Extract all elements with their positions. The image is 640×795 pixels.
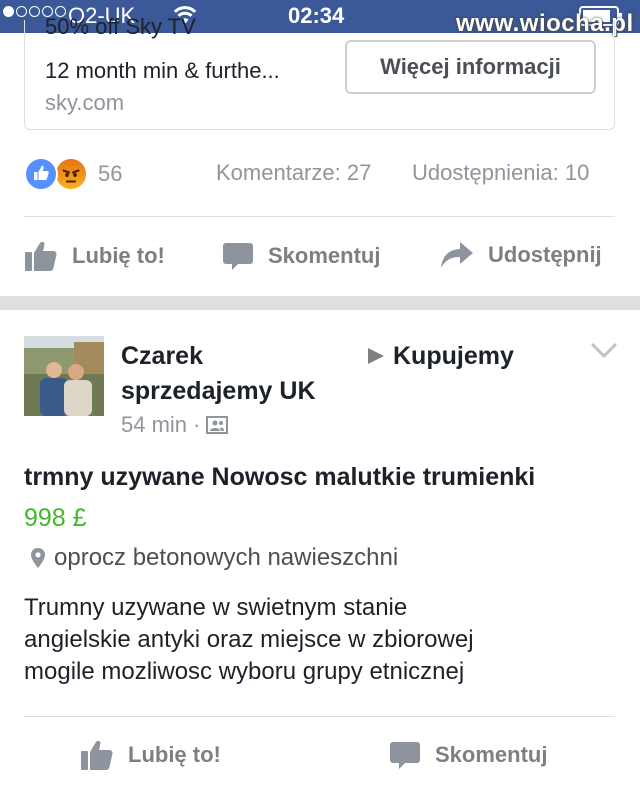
location-pin-icon (31, 548, 45, 568)
description-line: Trumny uzywane w swietnym stanie (24, 594, 408, 621)
group-name[interactable]: Kupujemy (393, 339, 514, 374)
listing-price: 998 £ (24, 504, 87, 532)
description-line: mogile mozliwosc wyboru grupy etnicznej (24, 658, 465, 685)
comment-button-label: Skomentuj (435, 742, 548, 767)
author-avatar[interactable] (24, 336, 104, 416)
listing-title: trmny uzywane Nowosc malutkie trumienki (24, 463, 536, 491)
like-button-label: Lubię to! (72, 243, 165, 268)
thumbs-up-icon (81, 740, 113, 770)
reaction-count: 56 (98, 161, 123, 186)
meta-separator: · (193, 412, 201, 437)
reactions-summary[interactable]: 56 (24, 157, 122, 191)
comment-icon (223, 243, 253, 270)
author-name-line: Czarek (121, 342, 203, 370)
share-arrow-icon (441, 242, 473, 268)
signal-dot (3, 6, 14, 17)
divider-line (24, 716, 615, 717)
post-time[interactable]: 54 min (121, 412, 187, 438)
share-button-label: Udostępnij (488, 242, 602, 267)
listing-location: oprocz betonowych nawieszchni (30, 544, 398, 572)
ad-title: 50% off Sky TV (45, 14, 196, 39)
like-reaction-icon (24, 157, 58, 191)
listing-description: Trumny uzywane w swietnym stanie angiels… (24, 592, 614, 688)
like-button-label: Lubię to! (128, 742, 221, 767)
signal-dot (29, 6, 40, 17)
more-info-button[interactable]: Więcej informacji (345, 40, 596, 94)
signal-dot (16, 6, 27, 17)
description-line: angielskie antyki oraz miejsce w zbiorow… (24, 626, 474, 653)
ad-description: 12 month min & furthe... (45, 58, 280, 83)
like-button[interactable]: Lubię to! (80, 739, 221, 771)
post-author[interactable]: Czarek sprzedajemy UK (121, 339, 316, 409)
location-text: oprocz betonowych nawieszchni (54, 544, 399, 571)
comments-count[interactable]: Komentarze: 27 (216, 160, 371, 186)
comment-button[interactable]: Skomentuj (389, 739, 547, 771)
share-button[interactable]: Udostępnij (440, 240, 602, 270)
angry-reaction-icon (54, 157, 88, 191)
group-members-icon (206, 416, 229, 434)
post-separator (0, 296, 640, 310)
triangle-right-icon (366, 346, 386, 371)
comment-button-label: Skomentuj (268, 243, 381, 268)
ad-domain: sky.com (45, 90, 125, 115)
comment-icon (390, 742, 420, 769)
sponsored-link-card[interactable]: 50% off Sky TV 12 month min & furthe... … (24, 14, 615, 130)
post-meta: 54 min · (121, 412, 229, 438)
chevron-down-icon[interactable] (591, 342, 617, 365)
author-name-line: sprzedajemy UK (121, 377, 316, 405)
divider-line (24, 216, 615, 217)
comment-button[interactable]: Skomentuj (222, 240, 380, 272)
shares-count[interactable]: Udostępnienia: 10 (412, 160, 589, 186)
like-button[interactable]: Lubię to! (24, 240, 165, 272)
thumbs-up-icon (25, 241, 57, 271)
